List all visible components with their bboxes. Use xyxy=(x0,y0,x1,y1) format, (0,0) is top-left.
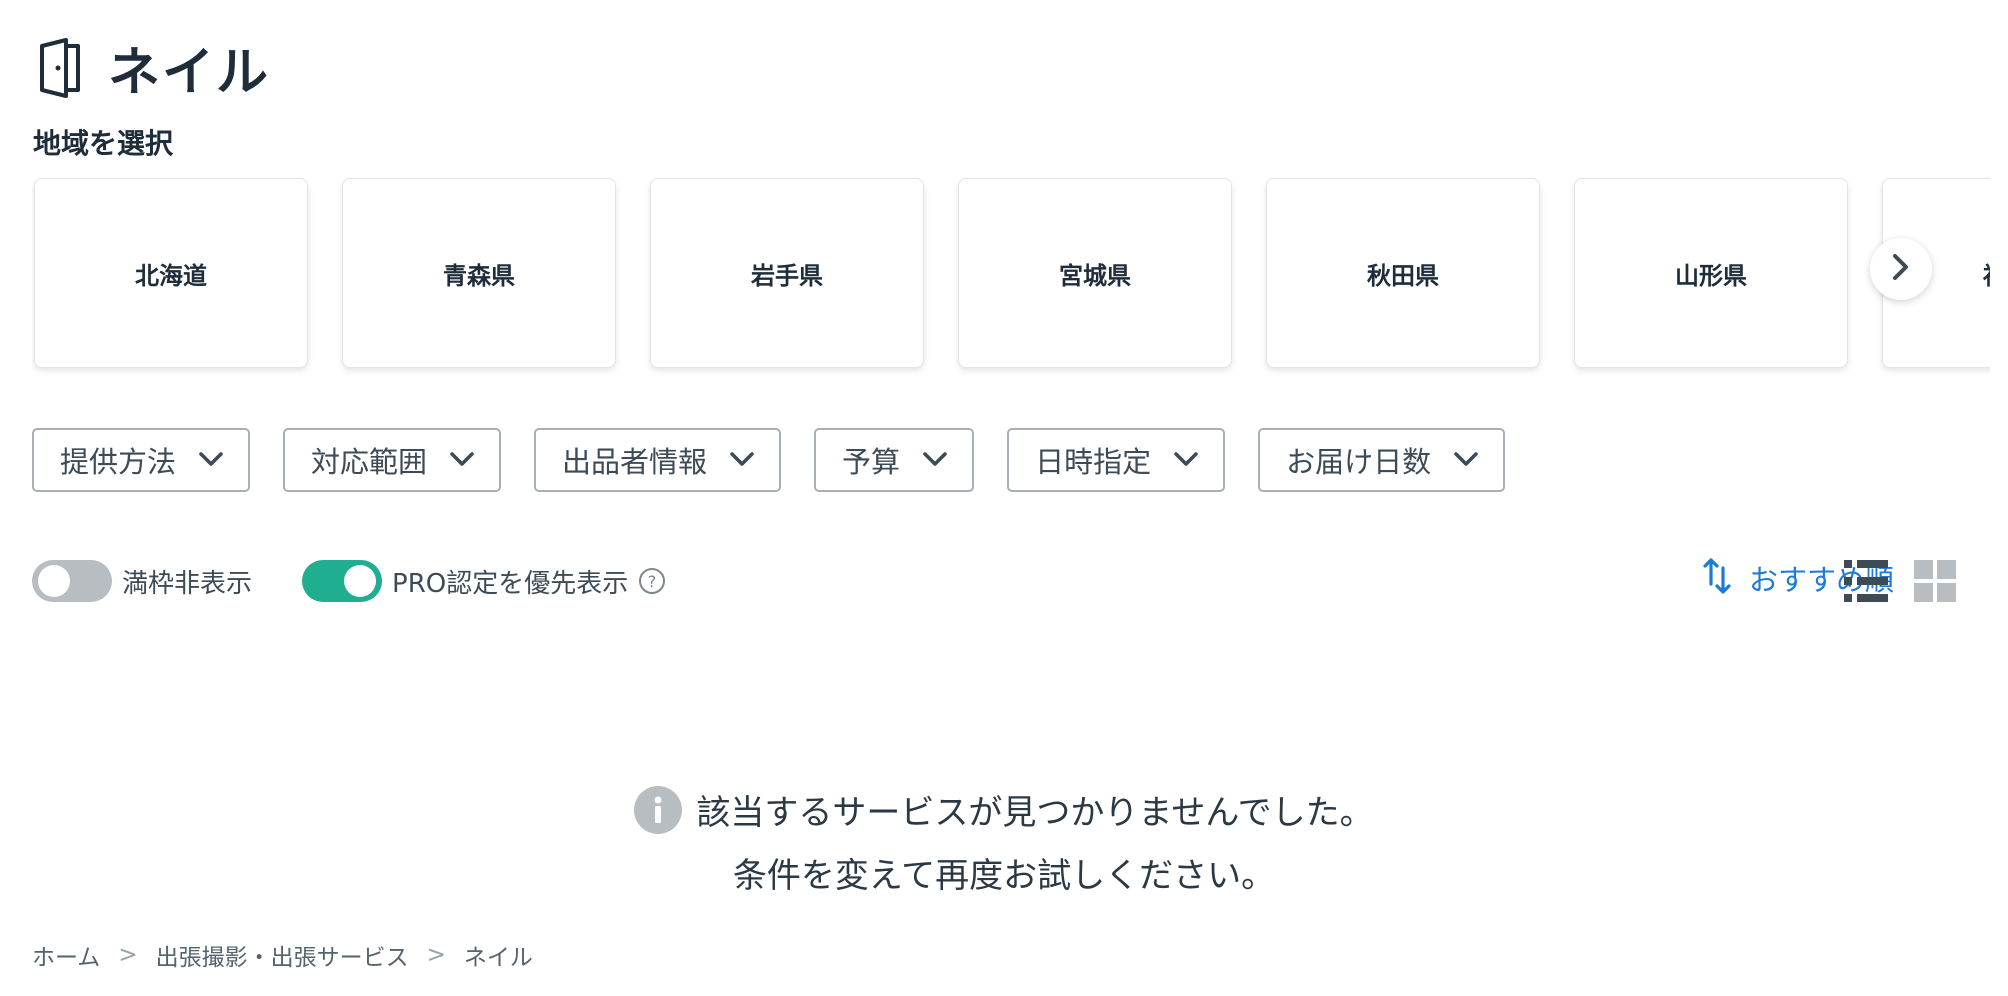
list-view-icon[interactable] xyxy=(1844,560,1888,606)
filter-dropdown[interactable]: 対応範囲 xyxy=(283,428,502,492)
empty-hint: 条件を変えて再度お試しください。 xyxy=(732,856,1276,896)
region-card[interactable]: 山形県 xyxy=(1574,178,1848,368)
region-card[interactable]: 青森県 xyxy=(342,178,616,368)
breadcrumb-separator: > xyxy=(426,942,446,968)
filter-dropdown[interactable]: 日時指定 xyxy=(1007,428,1226,492)
pro-first-label: PRO認定を優先表示 xyxy=(392,568,629,599)
chevron-right-icon xyxy=(1890,252,1912,286)
breadcrumb-category[interactable]: 出張撮影・出張サービス xyxy=(156,938,409,972)
filter-label: 日時指定 xyxy=(1035,445,1152,479)
empty-state: 該当するサービスが見つかりませんでした。 条件を変えて再度お試しください。 xyxy=(0,785,2008,897)
empty-message: 該当するサービスが見つかりませんでした。 xyxy=(696,793,1374,833)
chevron-down-icon xyxy=(729,451,755,469)
grid-view-icon[interactable] xyxy=(1914,560,1956,606)
breadcrumb-separator: > xyxy=(118,942,138,968)
filter-dropdown[interactable]: お届け日数 xyxy=(1258,428,1506,492)
filter-dropdown[interactable]: 提供方法 xyxy=(32,428,251,492)
filter-label: 対応範囲 xyxy=(311,445,428,479)
region-card[interactable]: 宮城県 xyxy=(958,178,1232,368)
filter-dropdown[interactable]: 出品者情報 xyxy=(534,428,782,492)
region-label: 地域を選択 xyxy=(33,127,174,160)
region-carousel: 北海道青森県岩手県宮城県秋田県山形県福島県 xyxy=(32,176,1990,376)
page-header: ネイル xyxy=(36,30,270,105)
filter-label: 出品者情報 xyxy=(562,445,708,479)
breadcrumb-home[interactable]: ホーム xyxy=(32,938,100,972)
filter-label: お届け日数 xyxy=(1286,445,1432,479)
sort-icon xyxy=(1703,556,1733,600)
pro-first-toggle[interactable] xyxy=(302,560,383,602)
chevron-down-icon xyxy=(922,451,948,469)
filter-dropdown[interactable]: 予算 xyxy=(814,428,975,492)
hide-full-label: 満枠非表示 xyxy=(122,568,253,599)
region-card[interactable]: 北海道 xyxy=(34,178,308,368)
toggle-bar: 満枠非表示 PRO認定を優先表示 ? xyxy=(32,560,666,602)
svg-text:?: ? xyxy=(648,572,657,591)
page-title: ネイル xyxy=(108,43,271,103)
chevron-down-icon xyxy=(1173,451,1199,469)
chevron-down-icon xyxy=(198,451,224,469)
filter-label: 提供方法 xyxy=(60,445,177,479)
door-icon xyxy=(36,37,82,98)
filter-label: 予算 xyxy=(842,445,901,479)
breadcrumb: ホーム > 出張撮影・出張サービス > ネイル xyxy=(32,938,533,972)
hide-full-toggle[interactable] xyxy=(32,560,112,602)
chevron-down-icon xyxy=(449,451,475,469)
region-card[interactable]: 岩手県 xyxy=(650,178,924,368)
filter-bar: 提供方法 対応範囲 出品者情報 予算 日時指定 お届け日数 xyxy=(32,428,1506,492)
info-icon xyxy=(634,785,683,834)
chevron-down-icon xyxy=(1453,451,1479,469)
help-icon[interactable]: ? xyxy=(638,567,666,595)
carousel-next-button[interactable] xyxy=(1870,238,1932,300)
region-card[interactable]: 秋田県 xyxy=(1266,178,1540,368)
breadcrumb-current[interactable]: ネイル xyxy=(464,938,533,972)
